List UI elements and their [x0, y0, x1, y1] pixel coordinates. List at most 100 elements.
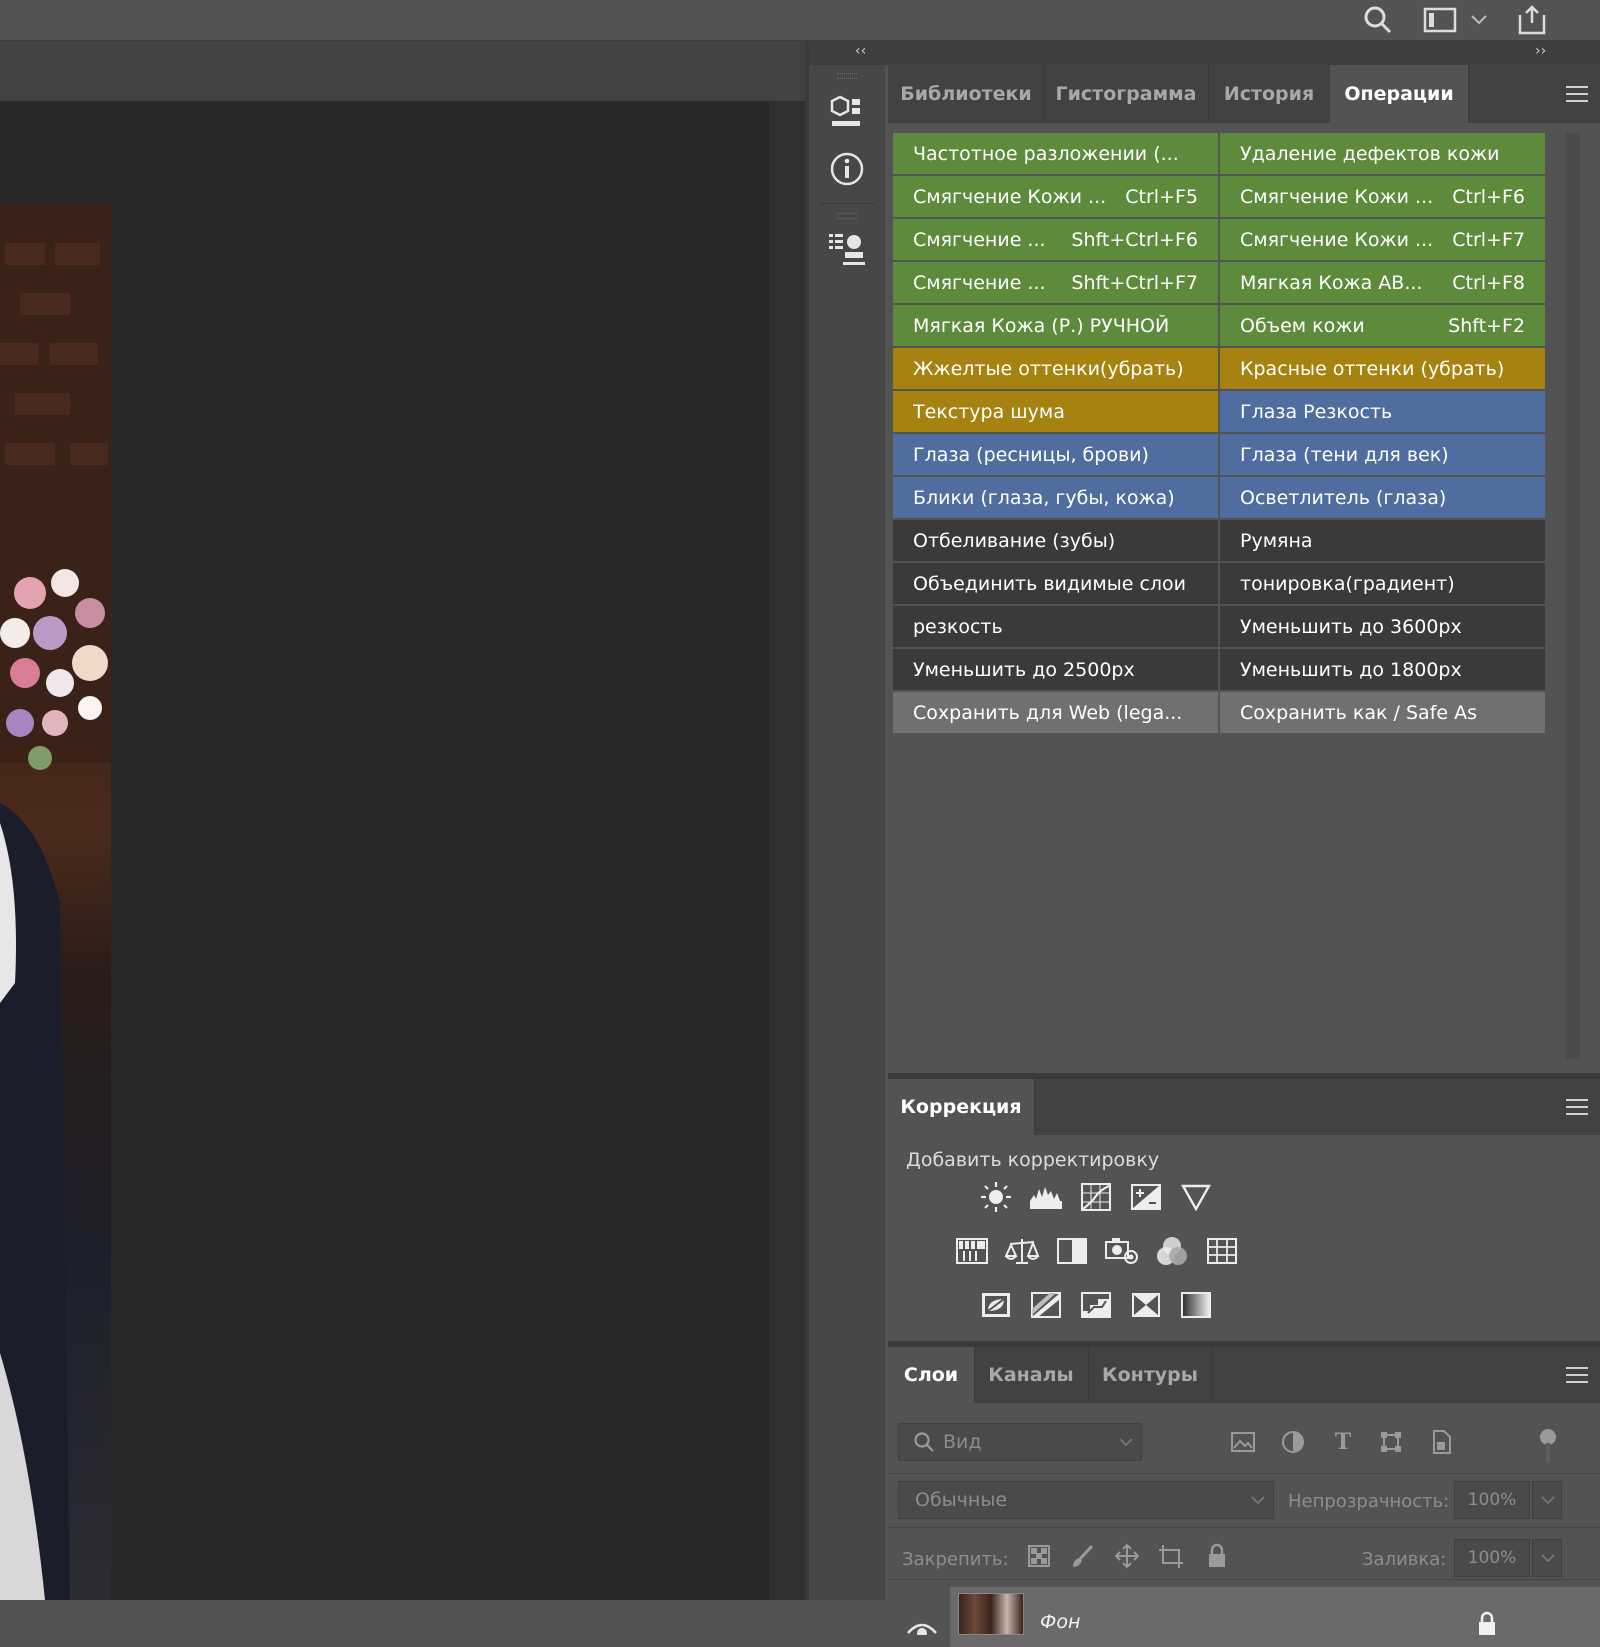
tab-layers[interactable]: Слои [888, 1347, 975, 1403]
chevron-down-icon[interactable] [1464, 0, 1494, 40]
black-white-icon[interactable] [1054, 1233, 1090, 1269]
smart-object-filter-icon[interactable] [1426, 1427, 1456, 1457]
grip-icon[interactable] [837, 213, 857, 219]
search-icon[interactable] [1358, 0, 1398, 40]
action-button[interactable]: Уменьшить до 3600px [1220, 606, 1545, 647]
action-button[interactable]: Частотное разложении (... [893, 133, 1218, 174]
pixel-filter-icon[interactable] [1228, 1427, 1258, 1457]
action-button[interactable]: Текстура шума [893, 391, 1218, 432]
action-button[interactable]: Смягчение Кожи ... Ctrl+F5 [893, 176, 1218, 217]
fill-dropdown[interactable] [1532, 1539, 1562, 1577]
hue-saturation-icon[interactable] [954, 1233, 990, 1269]
lock-pixels-icon[interactable] [1068, 1541, 1098, 1571]
action-label: Смягчение ... [913, 271, 1046, 294]
visibility-eye-icon[interactable] [906, 1615, 938, 1635]
action-button[interactable]: резкость [893, 606, 1218, 647]
channel-mixer-icon[interactable] [1154, 1233, 1190, 1269]
action-button[interactable]: Мягкая Кожа АВ... Ctrl+F8 [1220, 262, 1545, 303]
action-button[interactable]: Жжелтые оттенки(убрать) [893, 348, 1218, 389]
action-label: Осветлитель (глаза) [1240, 486, 1447, 509]
workspace-icon[interactable] [1420, 0, 1460, 40]
actions-grid: Частотное разложении (... Удаление дефект… [893, 133, 1545, 733]
action-button[interactable]: Сохранить для Web (lega... [893, 692, 1218, 733]
action-button[interactable]: Осветлитель (глаза) [1220, 477, 1545, 518]
action-button[interactable]: Объединить видимые слои [893, 563, 1218, 604]
color-balance-icon[interactable] [1004, 1233, 1040, 1269]
selective-color-icon[interactable] [1128, 1287, 1164, 1323]
action-button[interactable]: Смягчение ... Shft+Ctrl+F6 [893, 219, 1218, 260]
canvas-scrollbar[interactable] [769, 101, 805, 1600]
photo-filter-icon[interactable] [1104, 1233, 1140, 1269]
panel-menu-icon[interactable] [1566, 1367, 1588, 1383]
chevron-down-icon [1119, 1438, 1133, 1446]
action-button[interactable]: тонировка(градиент) [1220, 563, 1545, 604]
action-button[interactable]: Смягчение ... Shft+Ctrl+F7 [893, 262, 1218, 303]
lock-position-icon[interactable] [1112, 1541, 1142, 1571]
action-button[interactable]: Блики (глаза, губы, кожа) [893, 477, 1218, 518]
3d-icon[interactable] [815, 85, 879, 137]
invert-icon[interactable] [978, 1287, 1014, 1323]
tab-histogram[interactable]: Гистограмма [1044, 65, 1209, 123]
brightness-icon[interactable] [978, 1179, 1014, 1215]
action-button[interactable]: Глаза (тени для век) [1220, 434, 1545, 475]
panel-menu-icon[interactable] [1566, 86, 1588, 102]
action-button[interactable]: Сохранить как / Safe As [1220, 692, 1545, 733]
action-button[interactable]: Уменьшить до 2500px [893, 649, 1218, 690]
collapse-right-icon[interactable]: ›› [1535, 43, 1546, 59]
lock-artboard-icon[interactable] [1156, 1541, 1186, 1571]
tab-history[interactable]: История [1208, 65, 1331, 123]
lock-label: Закрепить: [902, 1549, 1009, 1570]
clone-source-icon[interactable] [815, 223, 879, 275]
panel-menu-icon[interactable] [1566, 1099, 1588, 1115]
search-icon [914, 1432, 934, 1452]
posterize-icon[interactable] [1028, 1287, 1064, 1323]
action-button[interactable]: Смягчение Кожи ... Ctrl+F7 [1220, 219, 1545, 260]
tab-paths[interactable]: Контуры [1088, 1347, 1213, 1403]
action-button[interactable]: Смягчение Кожи ... Ctrl+F6 [1220, 176, 1545, 217]
threshold-icon[interactable] [1078, 1287, 1114, 1323]
actions-scrollbar[interactable] [1566, 133, 1580, 1059]
lock-all-icon[interactable] [1202, 1541, 1232, 1571]
action-button[interactable]: Отбеливание (зубы) [893, 520, 1218, 561]
action-button[interactable]: Глаза Резкость [1220, 391, 1545, 432]
opacity-input[interactable]: 100% [1454, 1481, 1530, 1519]
info-icon[interactable] [815, 143, 879, 195]
adjustment-filter-icon[interactable] [1278, 1427, 1308, 1457]
tab-actions[interactable]: Операции [1330, 65, 1469, 123]
layer-name: Фон [1040, 1611, 1081, 1633]
canvas[interactable] [0, 101, 805, 1600]
action-button[interactable]: Уменьшить до 1800px [1220, 649, 1545, 690]
layer-row-background[interactable]: Фон [950, 1587, 1600, 1647]
color-lookup-icon[interactable] [1204, 1233, 1240, 1269]
action-button[interactable]: Удаление дефектов кожи [1220, 133, 1545, 174]
levels-icon[interactable] [1028, 1179, 1064, 1215]
collapse-left-icon[interactable]: ‹‹ [855, 43, 866, 59]
layer-filter-select[interactable]: Вид [898, 1423, 1142, 1461]
action-button[interactable]: Глаза (ресницы, брови) [893, 434, 1218, 475]
opacity-dropdown[interactable] [1532, 1481, 1562, 1519]
share-icon[interactable] [1512, 0, 1552, 40]
blend-mode-select[interactable]: Обычные [898, 1481, 1274, 1519]
action-label: Глаза (тени для век) [1240, 443, 1449, 466]
type-filter-icon[interactable]: T [1328, 1427, 1358, 1457]
action-button[interactable]: Красные оттенки (убрать) [1220, 348, 1545, 389]
action-button[interactable]: Румяна [1220, 520, 1545, 561]
lock-transparency-icon[interactable] [1024, 1541, 1054, 1571]
layers-panel: Слои Каналы Контуры Вид T Обычные Непроз… [888, 1347, 1600, 1647]
exposure-icon[interactable] [1128, 1179, 1164, 1215]
tab-channels[interactable]: Каналы [974, 1347, 1089, 1403]
vibrance-icon[interactable] [1178, 1179, 1214, 1215]
shape-filter-icon[interactable] [1376, 1427, 1406, 1457]
action-label: Румяна [1240, 529, 1313, 552]
grip-icon[interactable] [837, 73, 857, 79]
gradient-map-icon[interactable] [1178, 1287, 1214, 1323]
fill-input[interactable]: 100% [1454, 1539, 1530, 1577]
action-label: Смягчение Кожи ... [1240, 185, 1434, 208]
tab-adjustments[interactable]: Коррекция [888, 1079, 1035, 1135]
curves-icon[interactable] [1078, 1179, 1114, 1215]
action-label: резкость [913, 615, 1003, 638]
action-button[interactable]: Мягкая Кожа (Р.) РУЧНОЙ [893, 305, 1218, 346]
adjustments-tabs: Коррекция [888, 1079, 1600, 1135]
action-button[interactable]: Объем кожи Shft+F2 [1220, 305, 1545, 346]
tab-libraries[interactable]: Библиотеки [888, 65, 1045, 123]
